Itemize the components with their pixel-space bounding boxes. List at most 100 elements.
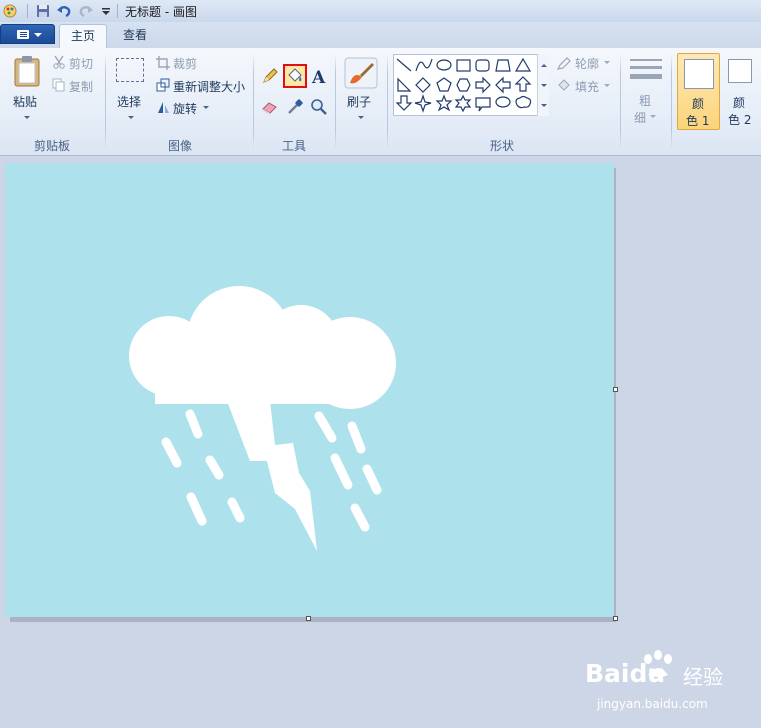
color-2-label-line2: 色 2: [728, 113, 752, 127]
drawing-canvas[interactable]: [5, 163, 614, 617]
color-1-label-line1: 颜: [692, 97, 705, 111]
paint-menu-button[interactable]: [0, 24, 55, 44]
ribbon-tab-row: 主页 查看: [0, 22, 761, 48]
watermark-url: jingyan.baidu.com: [597, 697, 708, 711]
customize-quick-access-icon[interactable]: [98, 3, 114, 19]
hexagon-shape-icon: [456, 78, 471, 92]
select-rectangle-icon: [116, 58, 144, 82]
title-bar: 无标题 - 画图: [0, 0, 761, 23]
six-point-star-shape-icon: [454, 94, 472, 113]
text-tool[interactable]: A: [309, 66, 329, 88]
gallery-scroll-up-icon[interactable]: [541, 64, 547, 67]
paste-label: 粘贴: [13, 95, 38, 109]
gallery-expand-icon[interactable]: [541, 104, 547, 107]
left-arrow-shape-icon: [495, 76, 511, 94]
resize-handle-corner[interactable]: [613, 616, 618, 621]
line-width-icon: [630, 59, 662, 79]
five-point-star-shape-icon: [435, 94, 453, 112]
group-separator: [105, 54, 106, 150]
pencil-icon: [263, 68, 278, 83]
four-point-star-shape-icon: [414, 94, 432, 113]
color-picker-tool[interactable]: [285, 97, 305, 117]
paint-bucket-icon: [288, 68, 302, 82]
size-label-line1: 粗: [639, 94, 652, 108]
oval-shape-icon: [436, 59, 452, 71]
save-icon[interactable]: [35, 3, 51, 19]
rounded-callout-shape-icon: [475, 97, 491, 112]
clipboard-paste-icon: [14, 56, 40, 87]
crop-label: 裁剪: [173, 57, 198, 71]
cloud-callout-shape-icon: [515, 95, 532, 109]
group-separator: [253, 54, 254, 150]
eraser-tool[interactable]: [260, 97, 280, 117]
color-1-swatch: [684, 59, 714, 89]
right-arrow-shape-icon: [475, 76, 491, 94]
resize-handle-bottom[interactable]: [306, 616, 311, 621]
eyedropper-icon: [288, 99, 303, 114]
color-2-button[interactable]: 颜 色 2: [721, 53, 761, 130]
shapes-gallery-scroll[interactable]: [537, 54, 549, 116]
rounded-rectangle-shape-icon: [475, 59, 490, 72]
rotate-icon: [158, 102, 169, 113]
eraser-icon: [262, 102, 277, 115]
diamond-shape-icon: [415, 77, 431, 93]
fill-bucket-icon: [558, 79, 570, 91]
right-triangle-shape-icon: [397, 77, 412, 92]
resize-label: 重新调整大小: [173, 80, 246, 94]
gallery-scroll-down-icon[interactable]: [541, 84, 547, 87]
paste-dropdown-arrow: [24, 116, 30, 119]
fill-with-color-tool[interactable]: [283, 64, 307, 88]
shapes-gallery[interactable]: [393, 54, 549, 116]
watermark-brand-cn: 经验: [683, 665, 723, 689]
window-title: 无标题 - 画图: [125, 5, 197, 19]
redo-icon[interactable]: [78, 3, 94, 19]
curve-shape-icon: [415, 58, 433, 72]
group-separator: [671, 54, 672, 150]
text-a-icon: A: [311, 68, 326, 88]
brushes-dropdown-arrow: [358, 116, 364, 119]
tab-home[interactable]: 主页: [59, 24, 107, 48]
shapes-group-label: 形状: [489, 139, 514, 153]
select-dropdown-arrow: [128, 116, 134, 119]
brush-icon: [344, 57, 378, 89]
tab-view[interactable]: 查看: [111, 24, 159, 48]
magnifier-tool[interactable]: [309, 97, 329, 117]
size-dropdown-arrow: [650, 115, 656, 118]
line-shape-icon: [396, 58, 412, 72]
outline-dropdown-arrow: [604, 61, 610, 64]
rotate-label: 旋转: [173, 102, 198, 116]
ribbon: 粘贴 剪切 复制 剪贴板 选择 裁剪 重新调整大小 旋转 图像 A 工具 刷子 …: [0, 48, 761, 156]
fill-dropdown-arrow: [604, 84, 610, 87]
resize-handle-right[interactable]: [613, 387, 618, 392]
resize-icon: [156, 78, 170, 92]
copy-icon: [52, 78, 65, 92]
clipboard-group-label: 剪贴板: [33, 139, 70, 153]
magnifier-icon: [311, 99, 327, 115]
undo-icon[interactable]: [56, 3, 72, 19]
shapes-grid-icons: [395, 57, 532, 113]
up-arrow-shape-icon: [514, 76, 532, 92]
baidu-jingyan-watermark: Baidu 经验 jingyan.baidu.com: [585, 650, 735, 725]
group-separator: [335, 54, 336, 150]
quick-access-separator: [27, 4, 28, 18]
lightning-bolt-shape: [227, 401, 317, 551]
thunderstorm-cloud-drawing: [129, 286, 396, 551]
tools-group-label: 工具: [281, 139, 306, 153]
cut-label: 剪切: [69, 57, 94, 71]
select-label: 选择: [117, 95, 142, 109]
svg-text:A: A: [311, 68, 326, 86]
rotate-dropdown-arrow: [203, 106, 209, 109]
pencil-tool[interactable]: [260, 66, 280, 86]
cloud-shape: [129, 286, 396, 409]
outline-pencil-icon: [556, 57, 571, 70]
pentagon-shape-icon: [436, 77, 452, 92]
paint-app-icon[interactable]: [2, 3, 18, 19]
oval-callout-shape-icon: [495, 96, 511, 108]
color-1-label-line2: 色 1: [686, 114, 710, 128]
color-1-button[interactable]: 颜 色 1: [677, 53, 720, 130]
color-2-swatch: [728, 59, 752, 83]
outline-label: 轮廓: [575, 57, 600, 71]
polygon-shape-icon: [495, 59, 511, 72]
rectangle-shape-icon: [456, 59, 471, 72]
fill-label: 填充: [575, 80, 600, 94]
